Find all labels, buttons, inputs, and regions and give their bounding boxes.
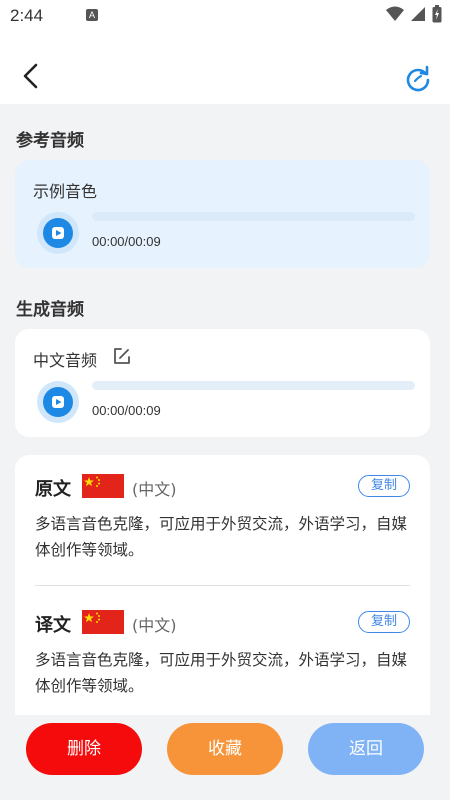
- reference-card-label: 示例音色: [33, 182, 98, 201]
- reference-play-button[interactable]: [37, 212, 79, 254]
- wifi-icon: [386, 6, 404, 21]
- app-header: [0, 32, 450, 104]
- translation-title: 译文: [35, 615, 71, 636]
- back-button[interactable]: 返回: [308, 723, 424, 775]
- generated-section-title: 生成音频: [16, 300, 84, 320]
- original-language: (中文): [132, 480, 177, 499]
- text-card: 原文 (中文) 复制 多语言音色克隆，可应用于外贸交流，外语学习，自媒体创作等领…: [15, 455, 430, 715]
- china-flag-icon: [82, 474, 124, 498]
- chevron-left-icon[interactable]: [18, 62, 46, 90]
- status-icons: [386, 5, 442, 23]
- translation-copy-button[interactable]: 复制: [358, 611, 410, 633]
- generated-audio-card: 中文音频 00:00/00:09: [15, 329, 430, 437]
- play-icon: [43, 218, 73, 248]
- delete-button[interactable]: 删除: [26, 723, 142, 775]
- generated-time: 00:00/00:09: [92, 403, 161, 418]
- reference-progress-bar[interactable]: [92, 212, 415, 221]
- original-title: 原文: [35, 479, 71, 500]
- signal-icon: [411, 7, 425, 21]
- status-bar: 2:44 A: [0, 0, 450, 32]
- reference-section-title: 参考音频: [16, 131, 84, 151]
- translation-language: (中文): [132, 616, 177, 635]
- favorite-button[interactable]: 收藏: [167, 723, 283, 775]
- original-copy-button[interactable]: 复制: [358, 475, 410, 497]
- generated-play-button[interactable]: [37, 381, 79, 423]
- status-time: 2:44: [10, 6, 44, 25]
- bottom-action-bar: 删除 收藏 返回: [0, 715, 450, 800]
- notification-icon: A: [86, 9, 98, 21]
- edit-icon[interactable]: [113, 347, 131, 365]
- china-flag-icon: [82, 610, 124, 634]
- generated-card-label: 中文音频: [33, 351, 98, 370]
- divider: [35, 585, 410, 586]
- translation-text: 多语言音色克隆，可应用于外贸交流，外语学习，自媒体创作等领域。: [35, 651, 408, 695]
- reference-audio-card: 示例音色 00:00/00:09: [15, 160, 430, 268]
- original-text: 多语言音色克隆，可应用于外贸交流，外语学习，自媒体创作等领域。: [35, 515, 408, 559]
- refresh-icon[interactable]: [404, 64, 432, 92]
- battery-icon: [432, 5, 442, 23]
- play-icon: [43, 387, 73, 417]
- generated-progress-bar[interactable]: [92, 381, 415, 390]
- reference-time: 00:00/00:09: [92, 234, 161, 249]
